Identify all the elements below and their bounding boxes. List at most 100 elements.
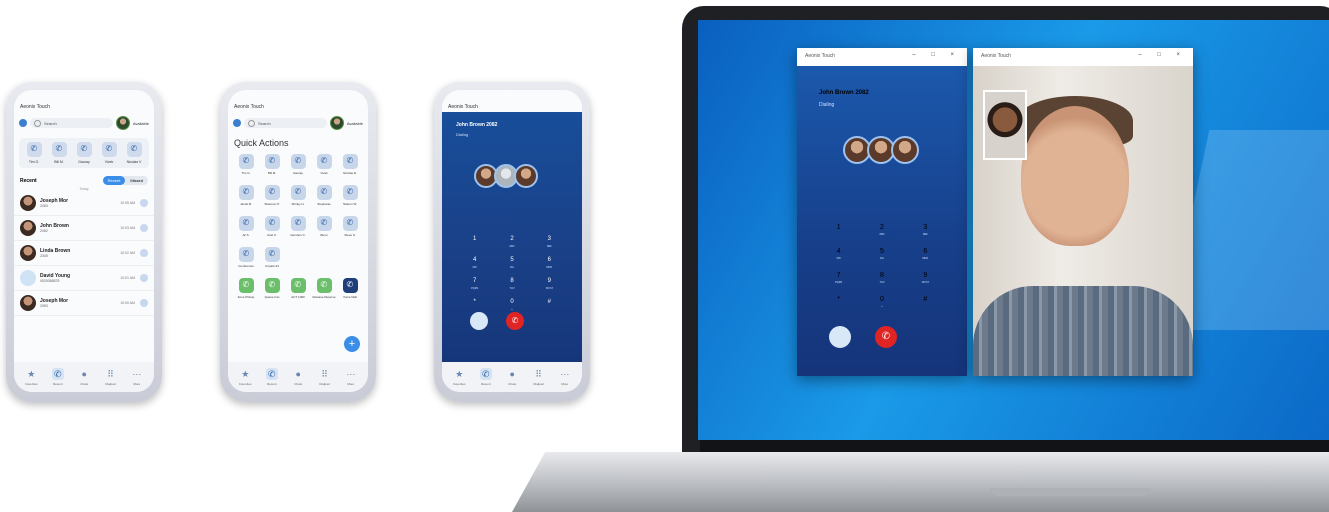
keypad-key[interactable]: 3 DEF [531, 236, 568, 250]
tab-favorites[interactable]: ★ Favorites [239, 368, 251, 386]
quick-action[interactable]: Zone Pickup [234, 278, 258, 303]
call-button[interactable] [140, 249, 148, 257]
chat-icon: ● [509, 369, 515, 379]
favorite-item[interactable]: Gauray [73, 142, 95, 164]
keypad-key[interactable]: 8 TUV [860, 272, 903, 286]
quick-action[interactable]: Vivek [312, 154, 336, 179]
favorite-item[interactable]: Tim G. [23, 142, 45, 164]
search-input[interactable]: Search [244, 118, 327, 128]
hangup-button[interactable]: ✆ [506, 312, 524, 330]
favorite-item[interactable]: Bill M. [48, 142, 70, 164]
list-item[interactable]: David Young 0525368878 10:01 AM [14, 266, 154, 291]
tab-more[interactable]: ⋯ More [559, 368, 571, 386]
quick-action[interactable]: Queue Into [260, 278, 284, 303]
tab-favorites[interactable]: ★ Favorites [453, 368, 465, 386]
quick-action[interactable]: Shannon P. [260, 185, 284, 210]
keypad-key[interactable]: 0 + [860, 296, 903, 310]
keypad-key[interactable]: # [531, 299, 568, 313]
keypad-key[interactable]: 1 [817, 224, 860, 238]
call-time: 10:01 AM [120, 276, 135, 280]
quick-action[interactable]: Benu [312, 216, 336, 241]
keypad-key[interactable]: 7 PQRS [456, 278, 493, 292]
phone-screen: Aeonix Touch Search Available Tim G. Bil… [14, 90, 154, 392]
search-input[interactable]: Search [30, 118, 113, 128]
keypad-key[interactable]: 1 [456, 236, 493, 250]
quick-action[interactable]: Release Reserve [312, 278, 336, 303]
quick-action[interactable]: Jacob B. [234, 185, 258, 210]
keypad-key[interactable]: 5 JKL [860, 248, 903, 262]
keypad-key[interactable]: 9 WXYZ [904, 272, 947, 286]
hangup-button[interactable]: ✆ [875, 326, 897, 348]
window-controls[interactable]: – □ × [912, 52, 961, 58]
quick-action[interactable]: Voice Mail [338, 278, 362, 303]
tab-missed[interactable]: Missed [125, 176, 148, 185]
keypad-key[interactable]: * [456, 299, 493, 313]
window-titlebar[interactable]: Aeonix Touch – □ × [973, 48, 1193, 66]
list-item[interactable]: Joseph Mor 2083 10:05 AM [14, 191, 154, 216]
quick-action[interactable]: Gershon C. [286, 216, 310, 241]
tab-recent[interactable]: Recent [102, 176, 126, 185]
quick-action[interactable]: ACT 1000 [286, 278, 310, 303]
mute-button[interactable] [829, 326, 851, 348]
quick-action[interactable]: Sharon W. [338, 185, 362, 210]
more-icon: ⋯ [346, 369, 356, 379]
quick-action[interactable]: Unpark #1 [260, 247, 284, 272]
tab-chats[interactable]: ● Chats [78, 368, 90, 386]
tab-recent-nav[interactable]: ✆ Recent [265, 368, 278, 386]
tab-more[interactable]: ⋯ More [131, 368, 143, 386]
keypad-key[interactable]: 0 + [493, 299, 530, 313]
tab-dialpad[interactable]: ⠿ Dialpad [104, 368, 116, 386]
quick-action[interactable]: Tim G. [234, 154, 258, 179]
keypad-key[interactable]: 8 TUV [493, 278, 530, 292]
keypad-key[interactable]: * [817, 296, 860, 310]
list-item[interactable]: Linda Brown 2345 10:02 AM [14, 241, 154, 266]
tab-dialpad[interactable]: ⠿ Dialpad [532, 368, 544, 386]
keypad-key[interactable]: # [904, 296, 947, 310]
quick-action[interactable]: Stephanie [312, 185, 336, 210]
call-button[interactable] [140, 199, 148, 207]
tab-more[interactable]: ⋯ More [345, 368, 357, 386]
window-titlebar[interactable]: Aeonix Touch – □ × [797, 48, 967, 66]
keypad-key[interactable]: 4 GHI [817, 248, 860, 262]
keypad-key[interactable]: 2 ABC [493, 236, 530, 250]
quick-action[interactable]: Steve S. [338, 216, 362, 241]
tab-chats[interactable]: ● Chats [292, 368, 304, 386]
call-button[interactable] [140, 299, 148, 307]
tab-dialpad[interactable]: ⠿ Dialpad [318, 368, 330, 386]
call-button[interactable] [140, 274, 148, 282]
call-button[interactable] [140, 224, 148, 232]
list-item[interactable]: Joseph Mor 2083 10:00 AM [14, 291, 154, 316]
keypad-key[interactable]: 9 WXYZ [531, 278, 568, 292]
tab-chats[interactable]: ● Chats [506, 368, 518, 386]
contact-number: 2345 [40, 254, 48, 258]
favorite-item[interactable]: Nicolas V [123, 142, 145, 164]
quick-action[interactable]: Bill M. [260, 154, 284, 179]
keypad-key[interactable]: 4 GHI [456, 257, 493, 271]
keypad-key[interactable]: 5 JKL [493, 257, 530, 271]
quick-action[interactable]: Shirley H. [286, 185, 310, 210]
window-controls[interactable]: – □ × [1138, 52, 1187, 58]
tab-favorites[interactable]: ★ Favorites [25, 368, 37, 386]
quick-action[interactable]: Conference [234, 247, 258, 272]
keypad-key[interactable]: 2 ABC [860, 224, 903, 238]
list-item[interactable]: John Brown 2082 10:03 AM [14, 216, 154, 241]
avatar[interactable] [115, 116, 130, 130]
avatar[interactable] [329, 116, 344, 130]
add-button[interactable]: + [344, 336, 360, 352]
conference-icon [238, 247, 254, 262]
tab-recent-nav[interactable]: ✆ Recent [51, 368, 64, 386]
keypad-key[interactable]: 6 MNO [531, 257, 568, 271]
keypad-key[interactable]: 7 PQRS [817, 272, 860, 286]
keypad-key[interactable]: 6 MNO [904, 248, 947, 262]
tab-recent-nav[interactable]: ✆ Recent [479, 368, 492, 386]
quick-action[interactable]: Nicolas D. [338, 154, 362, 179]
self-view-pip[interactable] [983, 90, 1027, 160]
mute-button[interactable] [470, 312, 488, 330]
quick-action[interactable]: Ariel C. [260, 216, 284, 241]
favorite-item[interactable]: Vivek [98, 142, 120, 164]
phone-icon [264, 154, 280, 169]
call-name: John Brown 2082 [456, 122, 498, 128]
keypad-key[interactable]: 3 DEF [904, 224, 947, 238]
quick-action[interactable]: Gauray [286, 154, 310, 179]
quick-action[interactable]: Ali S. [234, 216, 258, 241]
